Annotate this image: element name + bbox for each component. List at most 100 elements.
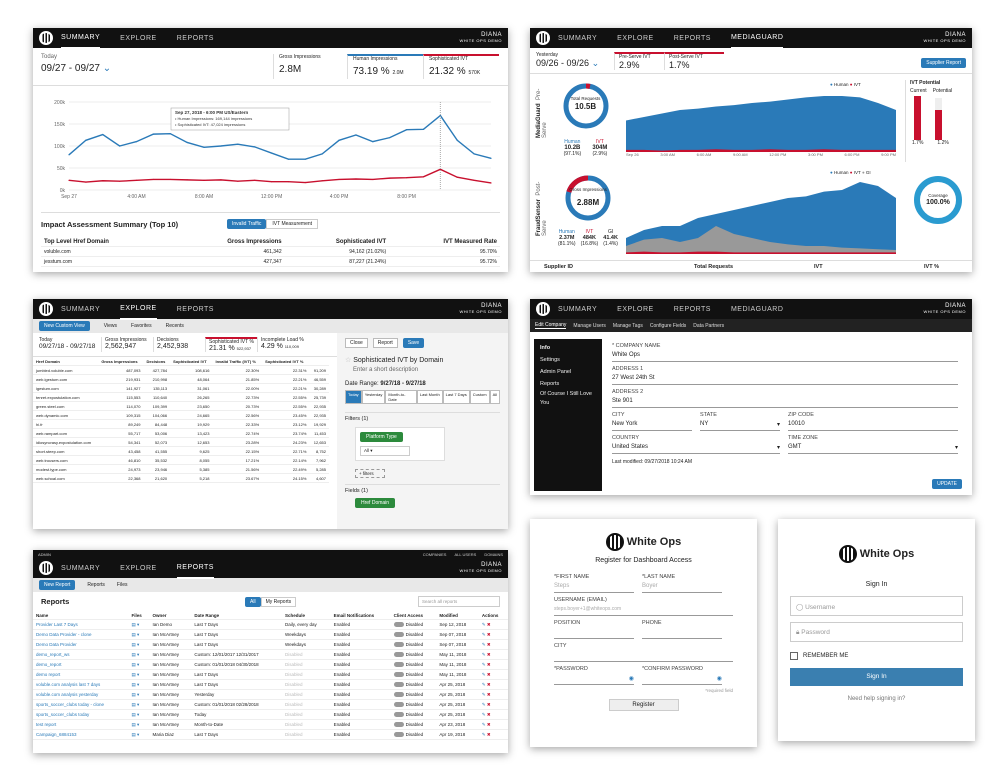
- table-row[interactable]: voluble.com analysis last 7 days ▤ ▾ Ian M…: [33, 679, 508, 690]
- toggle-invalid-traffic[interactable]: Invalid Traffic: [227, 219, 267, 229]
- delete-icon[interactable]: ✖: [487, 722, 491, 727]
- nav-reports[interactable]: REPORTS: [177, 29, 214, 48]
- toggle-switch[interactable]: [393, 732, 404, 738]
- file-icon[interactable]: ▤ ▾: [128, 639, 150, 650]
- username-input[interactable]: ◯ Username: [790, 596, 963, 616]
- toggle-switch[interactable]: [393, 692, 404, 698]
- toggle-switch[interactable]: [393, 672, 404, 678]
- data-point[interactable]: [203, 179, 205, 181]
- register-button[interactable]: Register: [608, 699, 679, 711]
- last-name-field[interactable]: Boyer: [642, 580, 722, 593]
- column-header[interactable]: Actions: [478, 611, 508, 620]
- first-name-field[interactable]: Steps: [554, 580, 634, 593]
- data-point[interactable]: [355, 178, 357, 180]
- platform-type-filter[interactable]: Platform Type: [360, 432, 403, 442]
- data-point[interactable]: [490, 182, 492, 184]
- data-point[interactable]: [152, 178, 154, 181]
- all-users-link[interactable]: ALL USERS: [454, 552, 476, 557]
- data-point[interactable]: [85, 181, 87, 183]
- column-header[interactable]: Schedule: [282, 611, 331, 620]
- data-point[interactable]: [85, 139, 87, 141]
- state-select[interactable]: NY ▾: [700, 418, 780, 431]
- data-point[interactable]: [135, 141, 138, 143]
- column-header[interactable]: Gross Impressions: [98, 357, 144, 366]
- data-point[interactable]: [254, 146, 256, 148]
- client-access-toggle[interactable]: Disabled: [390, 629, 437, 640]
- nav-explore[interactable]: EXPLORE: [617, 300, 654, 319]
- row-actions[interactable]: ✎ ✖: [478, 669, 508, 680]
- country-select[interactable]: United States ▾: [612, 441, 780, 454]
- supplier-report-button[interactable]: Supplier Report: [921, 58, 966, 68]
- column-header[interactable]: Decisions: [143, 357, 171, 366]
- row-actions[interactable]: ✎ ✖: [478, 619, 508, 630]
- file-icon[interactable]: ▤ ▾: [128, 659, 150, 670]
- row-actions[interactable]: ✎ ✖: [478, 689, 508, 700]
- data-point[interactable]: [321, 153, 323, 155]
- admin-tab[interactable]: Manage Tags: [613, 323, 643, 329]
- table-row[interactable]: tenret.expostulation.com 115,553 110,640 26…: [33, 392, 329, 402]
- report-name-link[interactable]: Demo Data Provider: [33, 639, 129, 650]
- data-point[interactable]: [203, 146, 205, 148]
- data-point[interactable]: [338, 139, 340, 141]
- client-access-toggle[interactable]: Disabled: [390, 619, 437, 630]
- remember-me-checkbox[interactable]: [790, 652, 798, 660]
- data-point[interactable]: [372, 178, 374, 181]
- views-menu[interactable]: Views: [104, 323, 117, 329]
- file-icon[interactable]: ▤ ▾: [128, 629, 150, 640]
- nav-summary[interactable]: SUMMARY: [61, 28, 101, 49]
- data-point[interactable]: [119, 180, 121, 182]
- sidebar-item[interactable]: Settings: [540, 354, 596, 366]
- file-icon[interactable]: ▤ ▾: [128, 669, 150, 680]
- range-option[interactable]: Yesterday: [361, 390, 386, 404]
- filters-section[interactable]: Filters (1): [345, 412, 500, 422]
- data-point[interactable]: [304, 158, 306, 160]
- user-menu[interactable]: DIANA WHITE OPS DEMO: [923, 32, 966, 44]
- nav-explore[interactable]: EXPLORE: [617, 29, 654, 48]
- delete-icon[interactable]: ✖: [487, 622, 491, 627]
- report-name-link[interactable]: sports_soccer_clubs today - clone: [33, 699, 129, 710]
- data-point[interactable]: [186, 141, 188, 144]
- nav-summary[interactable]: SUMMARY: [558, 29, 597, 48]
- data-point[interactable]: [270, 152, 273, 154]
- column-header[interactable]: [309, 357, 329, 366]
- delete-icon[interactable]: ✖: [487, 702, 491, 707]
- admin-tab[interactable]: Manage Users: [573, 323, 606, 329]
- city-field[interactable]: [554, 649, 733, 662]
- toggle-ivt-measurement[interactable]: IVT Measurement: [266, 219, 319, 229]
- data-point[interactable]: [220, 179, 222, 181]
- table-row[interactable]: sports_soccer_clubs today - clone ▤ ▾ Ian …: [33, 699, 508, 710]
- data-point[interactable]: [456, 139, 458, 141]
- date-range-picker[interactable]: 09/26 - 09/26 ⌄: [536, 58, 614, 69]
- nav-mediaguard[interactable]: MEDIAGUARD: [731, 300, 783, 319]
- recents-menu[interactable]: Recents: [166, 323, 184, 329]
- fields-section[interactable]: Fields (1): [345, 484, 500, 494]
- table-row[interactable]: web.schoal.com 22,368 21,620 5,218 23.67% 24.…: [33, 473, 329, 483]
- nav-summary[interactable]: SUMMARY: [61, 559, 100, 578]
- delete-icon[interactable]: ✖: [487, 682, 491, 687]
- eye-icon[interactable]: ◉: [629, 675, 634, 682]
- sidebar-item[interactable]: Info: [540, 342, 596, 354]
- table-row[interactable]: short.steep.com 43,458 41,555 9,625 22.15% 22…: [33, 446, 329, 456]
- toggle-switch[interactable]: [393, 652, 404, 658]
- table-row[interactable]: sports_soccer_clubs today ▤ ▾ Ian McArtney…: [33, 709, 508, 720]
- admin-tab[interactable]: Edit Company: [535, 322, 567, 329]
- help-link[interactable]: Need help signing in?: [790, 696, 963, 702]
- range-option[interactable]: Custom: [469, 390, 490, 404]
- column-header[interactable]: Name: [33, 611, 129, 620]
- toggle-switch[interactable]: [393, 712, 404, 718]
- file-icon[interactable]: ▤ ▾: [128, 719, 150, 730]
- data-point[interactable]: [152, 133, 154, 135]
- data-point[interactable]: [389, 177, 391, 179]
- file-icon[interactable]: ▤ ▾: [128, 689, 150, 700]
- table-row[interactable]: web.rampart.com 55,717 53,006 13,423 22.74% 2…: [33, 428, 329, 438]
- range-option[interactable]: Month-to-Date: [385, 390, 417, 404]
- file-icon[interactable]: ▤ ▾: [128, 619, 150, 630]
- table-row[interactable]: web.igestum.com 219,931 210,998 48,064 21.85…: [33, 374, 329, 384]
- table-row[interactable]: demo report ▤ ▾ Ian McArtney Last 7 Days Dis…: [33, 669, 508, 680]
- data-point[interactable]: [321, 180, 323, 182]
- report-name-link[interactable]: voluble.com analysis yesterday: [33, 689, 129, 700]
- data-point[interactable]: [338, 178, 340, 181]
- row-actions[interactable]: ✎ ✖: [478, 709, 508, 720]
- position-field[interactable]: [554, 626, 634, 639]
- star-icon[interactable]: ☆: [345, 357, 351, 364]
